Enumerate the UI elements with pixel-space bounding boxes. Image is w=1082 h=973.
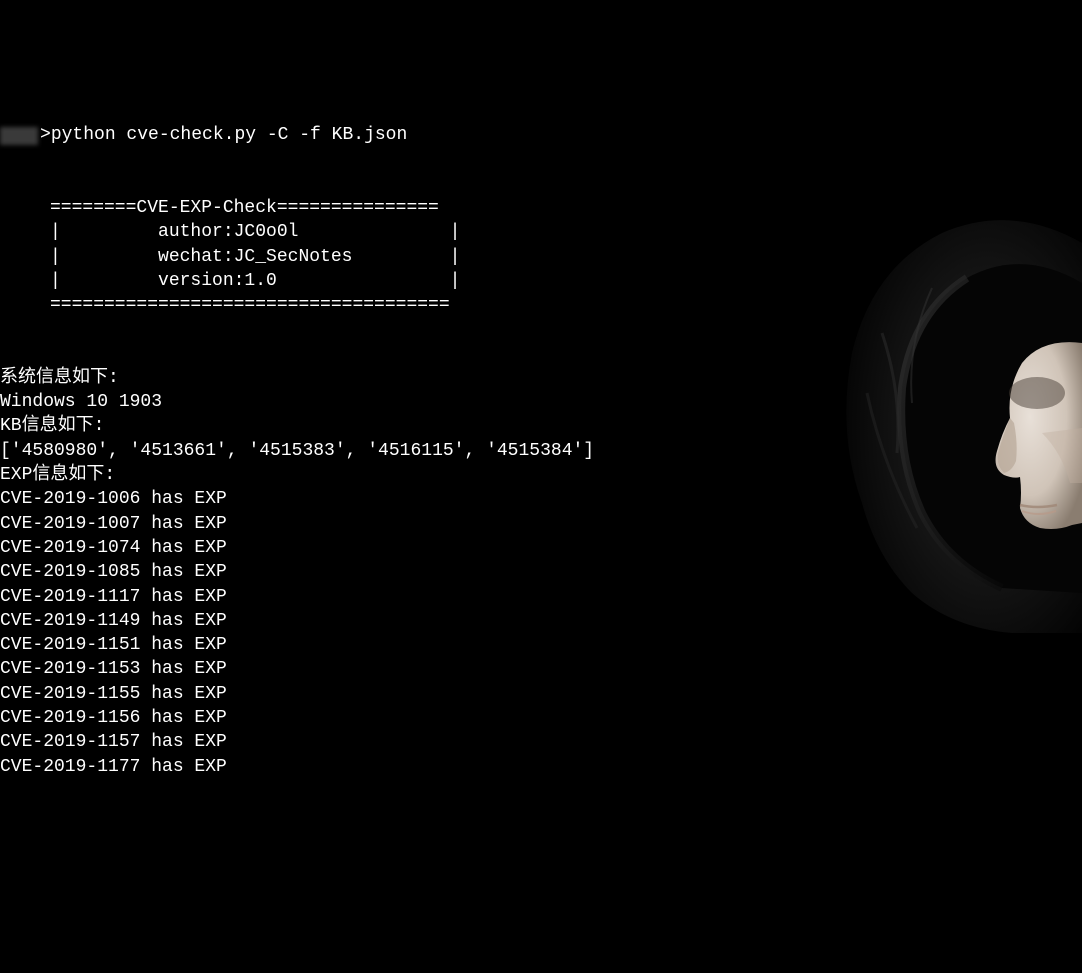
exp-result-line: CVE-2019-1156 has EXP xyxy=(0,706,1082,730)
terminal-output[interactable]: >python cve-check.py -C -f KB.json =====… xyxy=(0,97,1082,803)
expinfo-label: EXP信息如下: xyxy=(0,463,1082,487)
kb-list: ['4580980', '4513661', '4515383', '45161… xyxy=(0,439,1082,463)
prompt-host-obscured xyxy=(0,127,38,145)
sysinfo-label: 系统信息如下: xyxy=(0,366,1082,390)
exp-result-line: CVE-2019-1074 has EXP xyxy=(0,536,1082,560)
exp-result-line: CVE-2019-1085 has EXP xyxy=(0,560,1082,584)
exp-result-line: CVE-2019-1007 has EXP xyxy=(0,512,1082,536)
exp-result-line: CVE-2019-1149 has EXP xyxy=(0,609,1082,633)
system-info-block: 系统信息如下:Windows 10 1903KB信息如下:['4580980',… xyxy=(0,366,1082,779)
banner-line: | author:JC0o0l | xyxy=(50,220,1082,244)
exp-result-line: CVE-2019-1153 has EXP xyxy=(0,657,1082,681)
banner-block: ========CVE-EXP-Check===============| au… xyxy=(50,196,1082,317)
exp-result-line: CVE-2019-1117 has EXP xyxy=(0,585,1082,609)
prompt-arrow: > xyxy=(40,123,51,147)
exp-result-line: CVE-2019-1006 has EXP xyxy=(0,487,1082,511)
exp-result-line: CVE-2019-1157 has EXP xyxy=(0,730,1082,754)
exp-result-line: CVE-2019-1155 has EXP xyxy=(0,682,1082,706)
exp-result-line: CVE-2019-1177 has EXP xyxy=(0,755,1082,779)
kbinfo-label: KB信息如下: xyxy=(0,414,1082,438)
banner-line: ========CVE-EXP-Check=============== xyxy=(50,196,1082,220)
sysinfo-value: Windows 10 1903 xyxy=(0,390,1082,414)
banner-line: | version:1.0 | xyxy=(50,269,1082,293)
command-prompt-line: >python cve-check.py -C -f KB.json xyxy=(0,123,1082,147)
command-text: python cve-check.py -C -f KB.json xyxy=(51,123,407,147)
banner-line: ===================================== xyxy=(50,293,1082,317)
exp-result-line: CVE-2019-1151 has EXP xyxy=(0,633,1082,657)
banner-line: | wechat:JC_SecNotes | xyxy=(50,245,1082,269)
